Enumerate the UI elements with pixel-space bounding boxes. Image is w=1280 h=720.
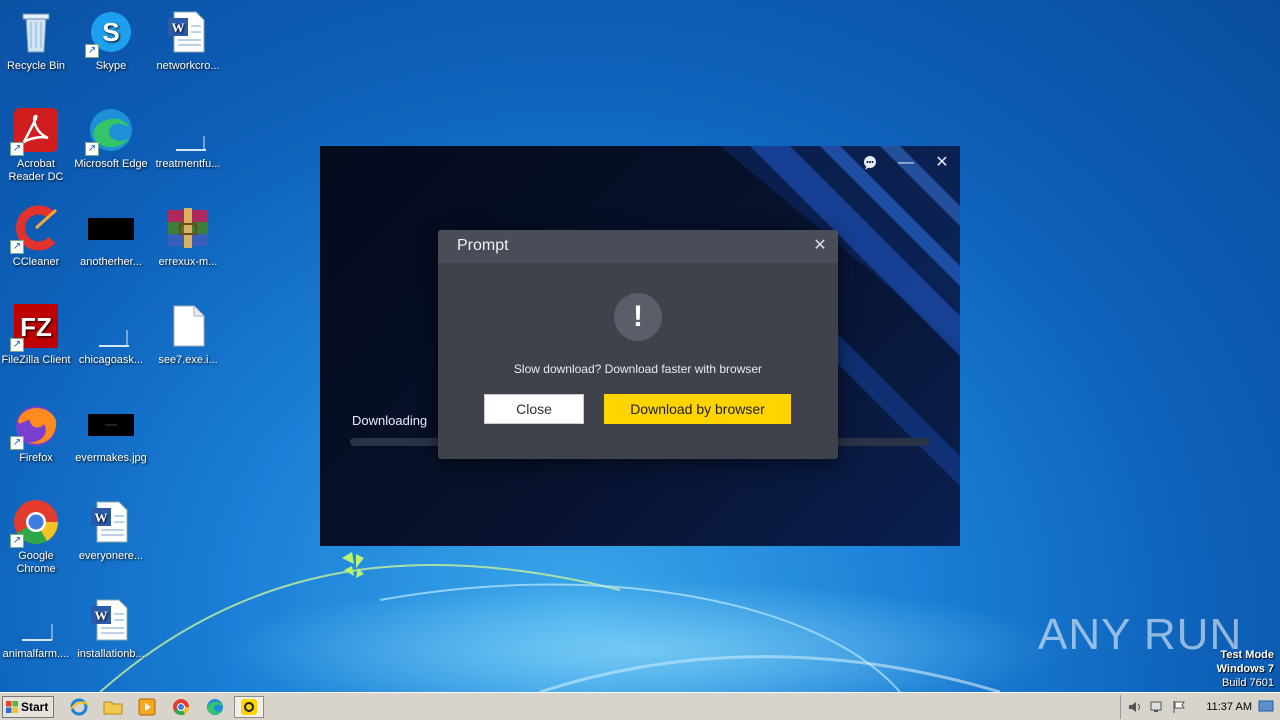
shortcut-arrow-icon: ↗ xyxy=(10,142,24,156)
start-button[interactable]: Start xyxy=(2,696,54,718)
ie-icon[interactable] xyxy=(68,697,90,717)
prompt-header: Prompt ✕ xyxy=(438,230,838,263)
svg-text:S: S xyxy=(102,17,119,47)
skype-icon: S ↗ xyxy=(85,8,135,58)
feedback-icon[interactable] xyxy=(858,154,882,172)
desktop-icon-chrome[interactable]: ↗ Google Chrome xyxy=(0,494,76,586)
svg-text:W: W xyxy=(95,510,108,525)
prompt-close-icon[interactable]: ✕ xyxy=(810,236,830,256)
launcher-taskbar-icon[interactable] xyxy=(234,696,264,718)
desktop-icon-ccleaner[interactable]: ↗ CCleaner xyxy=(0,200,76,292)
desktop-icon-chicagoask[interactable]: chicagoask... xyxy=(71,298,151,390)
os-build-info: Test Mode Windows 7 Build 7601 xyxy=(1217,648,1274,690)
word-document-icon: W xyxy=(164,8,212,56)
watermark-text: ANY RUN xyxy=(1038,610,1243,659)
minimize-icon[interactable]: — xyxy=(894,154,918,172)
svg-text:FZ: FZ xyxy=(20,312,52,342)
firefox-icon: ↗ xyxy=(10,400,60,450)
recycle-bin-icon xyxy=(12,8,60,56)
black-image-icon xyxy=(87,400,135,448)
edge-taskbar-icon[interactable] xyxy=(204,697,226,717)
word-document-icon: W xyxy=(87,498,135,546)
desktop-icon-acrobat[interactable]: ↗ Acrobat Reader DC xyxy=(0,102,76,194)
desktop-icon-treatmentfu[interactable]: treatmentfu... xyxy=(148,102,228,194)
action-center-flag-icon[interactable] xyxy=(1171,699,1187,715)
desktop-icon-see7[interactable]: see7.exe.i... xyxy=(148,298,228,390)
network-icon[interactable] xyxy=(1149,699,1165,715)
desktop-icon-networkcro[interactable]: W networkcro... xyxy=(148,4,228,96)
prompt-dialog: Prompt ✕ ! Slow download? Download faste… xyxy=(438,230,838,459)
volume-icon[interactable] xyxy=(1127,699,1143,715)
prompt-title: Prompt xyxy=(457,237,509,254)
desktop-icon-skype[interactable]: S ↗ Skype xyxy=(71,4,151,96)
ccleaner-icon: ↗ xyxy=(10,204,60,254)
warning-icon: ! xyxy=(614,293,662,341)
svg-text:W: W xyxy=(95,608,108,623)
download-by-browser-button[interactable]: Download by browser xyxy=(604,394,791,424)
close-window-icon[interactable]: ✕ xyxy=(930,154,954,172)
blank-file-icon xyxy=(87,302,135,350)
shortcut-arrow-icon: ↗ xyxy=(10,436,24,450)
file-explorer-icon[interactable] xyxy=(102,697,124,717)
desktop-icon-evermakes[interactable]: evermakes.jpg xyxy=(71,396,151,488)
desktop-icon-installationb[interactable]: W installationb... xyxy=(71,592,151,684)
shortcut-arrow-icon: ↗ xyxy=(10,534,24,548)
shortcut-arrow-icon: ↗ xyxy=(10,240,24,254)
word-document-icon: W xyxy=(87,596,135,644)
windows-flag-icon xyxy=(6,701,18,713)
generic-file-icon xyxy=(164,302,212,350)
desktop-icon-firefox[interactable]: ↗ Firefox xyxy=(0,396,76,488)
shortcut-arrow-icon: ↗ xyxy=(85,44,99,58)
desktop-icon-recycle-bin[interactable]: Recycle Bin xyxy=(0,4,76,96)
desktop-icon-errexux[interactable]: errexux-m... xyxy=(148,200,228,292)
downloading-label: Downloading xyxy=(352,413,428,428)
shortcut-arrow-icon: ↗ xyxy=(85,142,99,156)
media-player-icon[interactable] xyxy=(136,697,158,717)
blank-file-icon xyxy=(12,596,60,644)
show-desktop-icon[interactable] xyxy=(1258,700,1274,714)
svg-text:W: W xyxy=(172,20,185,35)
desktop-icon-everyonere[interactable]: W everyonere... xyxy=(71,494,151,586)
close-button[interactable]: Close xyxy=(484,394,584,424)
start-label: Start xyxy=(21,700,49,714)
winrar-archive-icon xyxy=(164,204,212,252)
filezilla-icon: FZ ↗ xyxy=(10,302,60,352)
windows-version-label: Windows 7 xyxy=(1216,663,1274,675)
chrome-taskbar-icon[interactable] xyxy=(170,697,192,717)
windows-logo-decoration xyxy=(342,552,364,578)
shortcut-arrow-icon: ↗ xyxy=(10,338,24,352)
test-mode-label: Test Mode xyxy=(1220,649,1274,661)
acrobat-icon: ↗ xyxy=(10,106,60,156)
chrome-icon: ↗ xyxy=(10,498,60,548)
taskbar-clock[interactable]: 11:37 AM xyxy=(1206,701,1252,713)
system-tray: 11:37 AM xyxy=(1120,695,1280,719)
desktop-icon-animalfarm[interactable]: animalfarm.... xyxy=(0,592,76,684)
desktop-icon-edge[interactable]: ↗ Microsoft Edge xyxy=(71,102,151,194)
blank-file-icon xyxy=(164,106,212,154)
black-image-icon xyxy=(87,204,135,252)
anyrun-watermark: ANY RUN xyxy=(1038,610,1242,660)
desktop-icon-anotherher[interactable]: anotherher... xyxy=(71,200,151,292)
taskbar: Start 11:37 AM xyxy=(0,692,1280,720)
build-label: Build 7601 xyxy=(1222,677,1274,689)
edge-icon: ↗ xyxy=(85,106,135,156)
desktop-icon-filezilla[interactable]: FZ ↗ FileZilla Client xyxy=(0,298,76,390)
prompt-message: Slow download? Download faster with brow… xyxy=(513,362,763,376)
